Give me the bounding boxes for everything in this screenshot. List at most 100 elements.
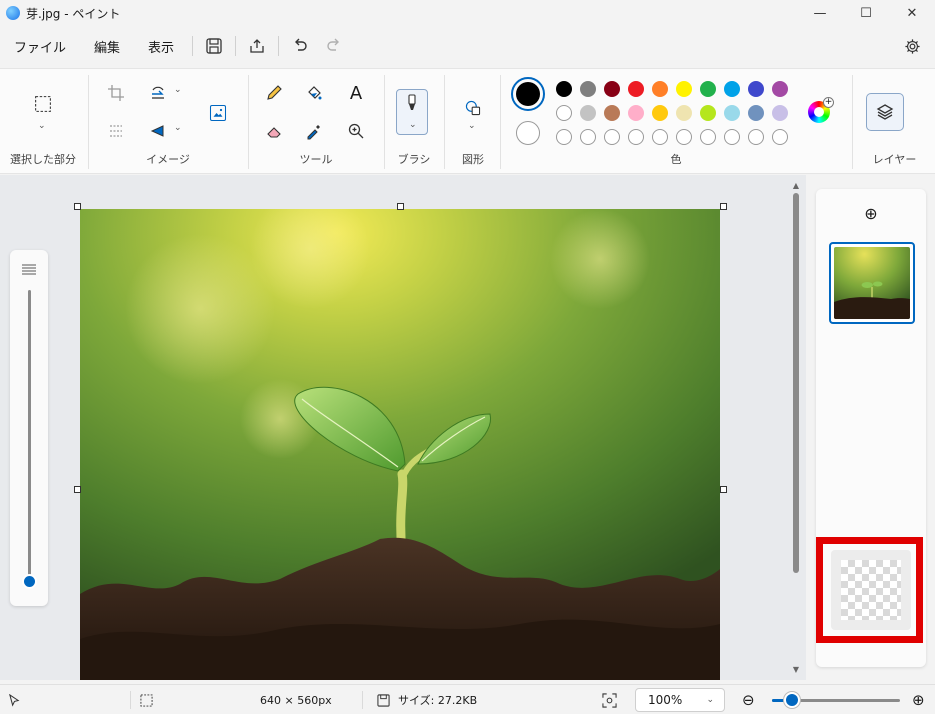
window-title: 芽.jpg - ペイント bbox=[26, 6, 121, 21]
color-swatch[interactable] bbox=[556, 105, 572, 121]
color-swatch[interactable] bbox=[772, 81, 788, 97]
layers-group: レイヤー bbox=[854, 69, 935, 175]
chevron-down-icon[interactable]: ⌄ bbox=[174, 123, 182, 133]
color-swatch[interactable] bbox=[604, 105, 620, 121]
menu-view[interactable]: 表示 bbox=[134, 31, 188, 61]
select-rectangle-icon[interactable] bbox=[28, 89, 58, 119]
color-picker-icon[interactable] bbox=[300, 117, 328, 145]
color-swatch[interactable] bbox=[556, 81, 572, 97]
minimize-button[interactable]: — bbox=[797, 0, 843, 26]
color-swatch[interactable] bbox=[652, 105, 668, 121]
resize-handle-top[interactable] bbox=[397, 203, 404, 210]
color-swatch[interactable] bbox=[580, 105, 596, 121]
custom-color-slot[interactable] bbox=[604, 129, 620, 145]
maximize-button[interactable]: ☐ bbox=[843, 0, 889, 26]
color-swatch[interactable] bbox=[748, 81, 764, 97]
tools-group: A ツール bbox=[250, 69, 382, 175]
status-bar: 640 × 560px サイズ: 27.2KB 100% ⌄ ⊖ ⊕ bbox=[0, 684, 935, 714]
resize-handle-right[interactable] bbox=[720, 486, 727, 493]
shapes-icon[interactable] bbox=[458, 93, 488, 123]
color-swatch[interactable] bbox=[700, 105, 716, 121]
color-swatch[interactable] bbox=[724, 81, 740, 97]
flip-icon[interactable] bbox=[144, 117, 172, 145]
layer-preview bbox=[834, 247, 910, 319]
canvas-image[interactable] bbox=[80, 209, 720, 680]
save-icon[interactable] bbox=[197, 31, 231, 61]
color-swatch[interactable] bbox=[652, 81, 668, 97]
menu-divider bbox=[278, 36, 280, 56]
custom-color-slot[interactable] bbox=[580, 129, 596, 145]
brush-group: ⌄ ブラシ bbox=[386, 69, 442, 175]
custom-color-slot[interactable] bbox=[556, 129, 572, 145]
vertical-zoom-track[interactable] bbox=[28, 290, 31, 580]
layer-thumbnail-image[interactable] bbox=[829, 242, 915, 324]
crop-icon[interactable] bbox=[102, 79, 130, 107]
chevron-down-icon[interactable]: ⌄ bbox=[38, 121, 46, 131]
resize-handle-left[interactable] bbox=[74, 486, 81, 493]
selection-group-label: 選択した部分 bbox=[10, 153, 76, 166]
title-bar: 芽.jpg - ペイント — ☐ ✕ bbox=[0, 0, 935, 26]
zoom-out-icon[interactable]: ⊖ bbox=[742, 685, 755, 714]
selection-size-icon bbox=[140, 685, 153, 714]
vertical-zoom-knob[interactable] bbox=[24, 576, 35, 587]
scrollbar-thumb[interactable] bbox=[793, 193, 799, 573]
color-swatch[interactable] bbox=[724, 105, 740, 121]
file-size: サイズ: 27.2KB bbox=[398, 694, 478, 707]
canvas-area: ▲ ▼ bbox=[0, 175, 806, 680]
pointer-icon bbox=[8, 685, 21, 714]
pencil-icon[interactable] bbox=[260, 79, 288, 107]
color-swatch[interactable] bbox=[628, 105, 644, 121]
undo-icon[interactable] bbox=[283, 31, 317, 61]
resize-handle-top-left[interactable] bbox=[74, 203, 81, 210]
group-divider bbox=[248, 75, 249, 169]
group-divider bbox=[500, 75, 501, 169]
settings-icon[interactable] bbox=[897, 31, 927, 61]
custom-color-slot[interactable] bbox=[700, 129, 716, 145]
custom-color-slot[interactable] bbox=[676, 129, 692, 145]
color-swatch[interactable] bbox=[628, 81, 644, 97]
vertical-scrollbar[interactable]: ▲ ▼ bbox=[792, 181, 800, 675]
fit-to-window-icon[interactable] bbox=[602, 685, 617, 714]
edit-colors-icon[interactable]: + bbox=[808, 97, 834, 123]
brush-select-button[interactable]: ⌄ bbox=[396, 89, 428, 135]
menu-file[interactable]: ファイル bbox=[0, 31, 80, 61]
window-controls: — ☐ ✕ bbox=[797, 0, 935, 26]
menu-edit[interactable]: 編集 bbox=[80, 31, 134, 61]
fill-bucket-icon[interactable] bbox=[300, 79, 328, 107]
resize-handle-top-right[interactable] bbox=[720, 203, 727, 210]
color-swatch[interactable] bbox=[748, 105, 764, 121]
brush-group-label: ブラシ bbox=[397, 153, 431, 166]
image-resize-icon[interactable] bbox=[202, 97, 234, 129]
brush-size-icon bbox=[22, 264, 36, 275]
custom-color-slot[interactable] bbox=[628, 129, 644, 145]
rotate-icon[interactable] bbox=[144, 79, 172, 107]
text-tool-icon[interactable]: A bbox=[342, 79, 370, 107]
color-swatch[interactable] bbox=[772, 105, 788, 121]
custom-color-slot[interactable] bbox=[772, 129, 788, 145]
color-swatch[interactable] bbox=[676, 81, 692, 97]
color-swatch[interactable] bbox=[580, 81, 596, 97]
zoom-value: 100% bbox=[648, 693, 683, 707]
eraser-icon[interactable] bbox=[260, 117, 288, 145]
color-swatch[interactable] bbox=[604, 81, 620, 97]
zoom-slider-knob[interactable] bbox=[786, 694, 798, 706]
resize-skew-icon[interactable] bbox=[102, 117, 130, 145]
secondary-color-button[interactable] bbox=[516, 121, 540, 145]
color-swatch[interactable] bbox=[676, 105, 692, 121]
menu-bar: ファイル 編集 表示 bbox=[0, 28, 935, 64]
chevron-down-icon[interactable]: ⌄ bbox=[174, 85, 182, 95]
custom-color-slot[interactable] bbox=[724, 129, 740, 145]
chevron-down-icon[interactable]: ⌄ bbox=[468, 121, 476, 131]
add-layer-button[interactable]: ⊕ bbox=[861, 203, 881, 223]
close-button[interactable]: ✕ bbox=[889, 0, 935, 26]
primary-color-button[interactable] bbox=[511, 77, 545, 111]
redo-icon[interactable] bbox=[317, 31, 351, 61]
share-icon[interactable] bbox=[240, 31, 274, 61]
zoom-dropdown[interactable]: 100% ⌄ bbox=[635, 688, 725, 712]
custom-color-slot[interactable] bbox=[652, 129, 668, 145]
magnifier-icon[interactable] bbox=[342, 117, 370, 145]
zoom-in-icon[interactable]: ⊕ bbox=[912, 685, 925, 714]
custom-color-slot[interactable] bbox=[748, 129, 764, 145]
color-swatch[interactable] bbox=[700, 81, 716, 97]
layers-toggle-button[interactable] bbox=[866, 93, 904, 131]
